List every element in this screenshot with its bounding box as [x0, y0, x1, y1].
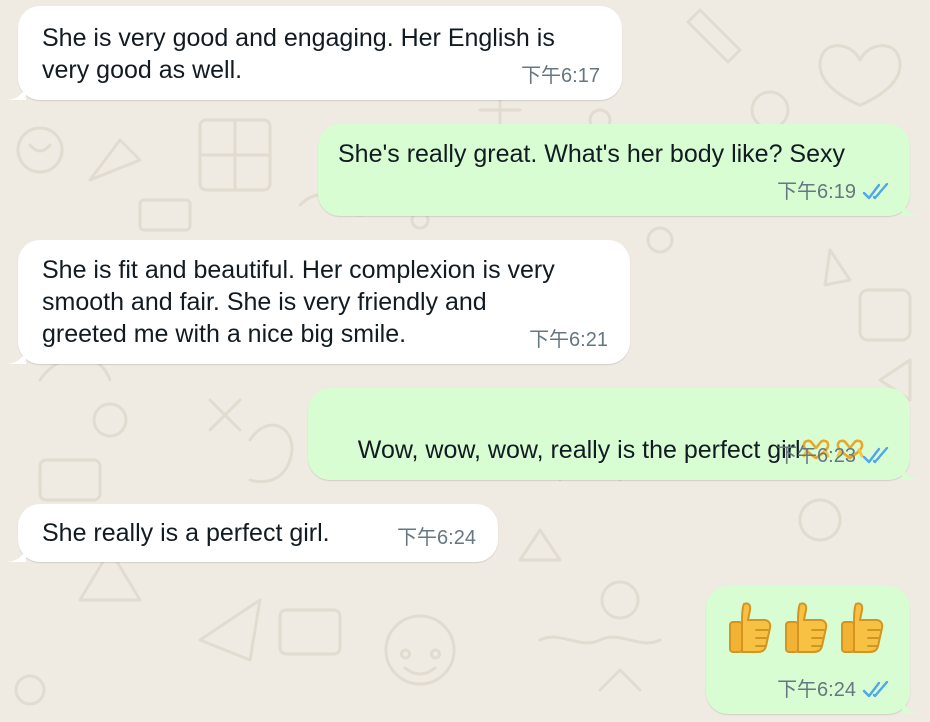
- message-text: Wow, wow, wow, really is the perfect gir…: [357, 436, 801, 464]
- message-timestamp: 下午6:24: [777, 679, 856, 701]
- message-text: She is fit and beautiful. Her complexion…: [42, 256, 555, 348]
- thumbs-up-emoji-icon: [729, 602, 772, 653]
- bubble-tail: [8, 86, 26, 100]
- message-timestamp: 下午6:24: [397, 527, 476, 549]
- bubble-tail: [8, 548, 26, 562]
- bubble-tail: [902, 202, 920, 216]
- message-timestamp: 下午6:17: [521, 65, 600, 87]
- bubble-tail: [8, 350, 26, 364]
- bubble-tail: [902, 700, 920, 714]
- message-meta: 下午6:17: [521, 64, 600, 88]
- message-meta: 下午6:19: [777, 180, 890, 204]
- message-text: She really is a perfect girl.: [42, 519, 330, 547]
- message-bubble-outgoing[interactable]: Wow, wow, wow, really is the perfect gir…: [308, 388, 920, 480]
- thumbs-up-emoji-icon: [785, 602, 828, 653]
- message-bubble-incoming[interactable]: She is very good and engaging. Her Engli…: [8, 6, 622, 100]
- message-bubble-outgoing[interactable]: She's really great. What's her body like…: [318, 124, 920, 216]
- message-text: She is very good and engaging. Her Engli…: [42, 24, 555, 84]
- double-check-icon: [862, 183, 889, 200]
- bubble-tail: [902, 466, 920, 480]
- message-bubble-incoming[interactable]: She is fit and beautiful. Her complexion…: [8, 240, 630, 364]
- message-meta: 下午6:24: [777, 678, 890, 702]
- message-meta: 下午6:24: [397, 526, 476, 550]
- message-bubble-incoming[interactable]: She really is a perfect girl. 下午6:24: [8, 504, 498, 562]
- message-text: She's really great. What's her body like…: [338, 140, 846, 168]
- message-timestamp: 下午6:19: [777, 181, 856, 203]
- message-meta: 下午6:21: [529, 328, 608, 352]
- message-timestamp: 下午6:21: [529, 329, 608, 351]
- message-meta: 下午6:23: [777, 444, 890, 468]
- emoji-row: [726, 600, 886, 654]
- double-check-icon: [862, 447, 889, 464]
- message-timestamp: 下午6:23: [777, 445, 856, 467]
- message-bubble-outgoing[interactable]: 下午6:24: [706, 586, 920, 714]
- double-check-icon: [862, 681, 889, 698]
- thumbs-up-emoji-icon: [841, 602, 884, 653]
